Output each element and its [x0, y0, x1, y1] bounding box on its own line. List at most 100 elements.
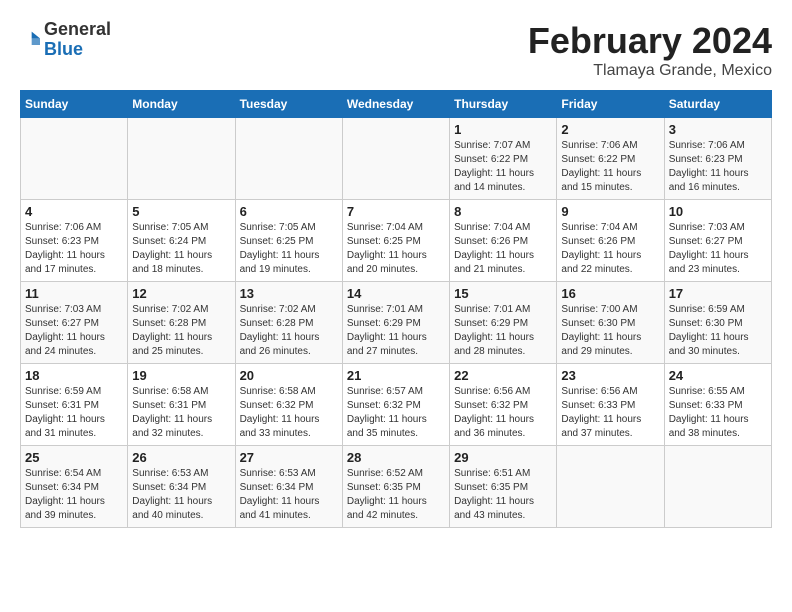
table-row: 4 Sunrise: 7:06 AMSunset: 6:23 PMDayligh… — [21, 200, 128, 282]
day-info: Sunrise: 7:05 AMSunset: 6:25 PMDaylight:… — [240, 221, 338, 277]
calendar-week-row: 11 Sunrise: 7:03 AMSunset: 6:27 PMDaylig… — [21, 282, 772, 364]
table-row — [557, 446, 664, 528]
day-info: Sunrise: 6:59 AMSunset: 6:30 PMDaylight:… — [669, 303, 767, 359]
table-row: 2 Sunrise: 7:06 AMSunset: 6:22 PMDayligh… — [557, 118, 664, 200]
day-number: 11 — [25, 286, 123, 301]
table-row: 17 Sunrise: 6:59 AMSunset: 6:30 PMDaylig… — [664, 282, 771, 364]
col-friday: Friday — [557, 91, 664, 118]
table-row: 16 Sunrise: 7:00 AMSunset: 6:30 PMDaylig… — [557, 282, 664, 364]
table-row: 11 Sunrise: 7:03 AMSunset: 6:27 PMDaylig… — [21, 282, 128, 364]
col-saturday: Saturday — [664, 91, 771, 118]
table-row: 23 Sunrise: 6:56 AMSunset: 6:33 PMDaylig… — [557, 364, 664, 446]
col-monday: Monday — [128, 91, 235, 118]
page-header: General Blue February 2024 Tlamaya Grand… — [20, 20, 772, 80]
table-row: 20 Sunrise: 6:58 AMSunset: 6:32 PMDaylig… — [235, 364, 342, 446]
table-row: 18 Sunrise: 6:59 AMSunset: 6:31 PMDaylig… — [21, 364, 128, 446]
day-info: Sunrise: 7:01 AMSunset: 6:29 PMDaylight:… — [454, 303, 552, 359]
day-info: Sunrise: 7:06 AMSunset: 6:23 PMDaylight:… — [669, 139, 767, 195]
table-row: 21 Sunrise: 6:57 AMSunset: 6:32 PMDaylig… — [342, 364, 449, 446]
logo-icon — [20, 30, 40, 50]
day-info: Sunrise: 6:55 AMSunset: 6:33 PMDaylight:… — [669, 385, 767, 441]
table-row: 7 Sunrise: 7:04 AMSunset: 6:25 PMDayligh… — [342, 200, 449, 282]
day-info: Sunrise: 7:04 AMSunset: 6:26 PMDaylight:… — [561, 221, 659, 277]
day-info: Sunrise: 7:02 AMSunset: 6:28 PMDaylight:… — [240, 303, 338, 359]
day-number: 3 — [669, 122, 767, 137]
day-info: Sunrise: 6:57 AMSunset: 6:32 PMDaylight:… — [347, 385, 445, 441]
table-row: 28 Sunrise: 6:52 AMSunset: 6:35 PMDaylig… — [342, 446, 449, 528]
col-thursday: Thursday — [450, 91, 557, 118]
table-row — [21, 118, 128, 200]
day-number: 10 — [669, 204, 767, 219]
day-number: 8 — [454, 204, 552, 219]
day-number: 2 — [561, 122, 659, 137]
table-row — [664, 446, 771, 528]
page-title: February 2024 — [528, 20, 772, 62]
calendar-week-row: 1 Sunrise: 7:07 AMSunset: 6:22 PMDayligh… — [21, 118, 772, 200]
day-info: Sunrise: 7:00 AMSunset: 6:30 PMDaylight:… — [561, 303, 659, 359]
day-info: Sunrise: 6:53 AMSunset: 6:34 PMDaylight:… — [132, 467, 230, 523]
day-number: 13 — [240, 286, 338, 301]
col-wednesday: Wednesday — [342, 91, 449, 118]
day-number: 17 — [669, 286, 767, 301]
day-info: Sunrise: 7:04 AMSunset: 6:25 PMDaylight:… — [347, 221, 445, 277]
logo-line1: General — [44, 20, 111, 40]
day-number: 27 — [240, 450, 338, 465]
table-row: 3 Sunrise: 7:06 AMSunset: 6:23 PMDayligh… — [664, 118, 771, 200]
day-number: 14 — [347, 286, 445, 301]
day-info: Sunrise: 6:54 AMSunset: 6:34 PMDaylight:… — [25, 467, 123, 523]
day-number: 29 — [454, 450, 552, 465]
calendar-header-row: Sunday Monday Tuesday Wednesday Thursday… — [21, 91, 772, 118]
table-row: 27 Sunrise: 6:53 AMSunset: 6:34 PMDaylig… — [235, 446, 342, 528]
day-info: Sunrise: 6:56 AMSunset: 6:33 PMDaylight:… — [561, 385, 659, 441]
table-row: 12 Sunrise: 7:02 AMSunset: 6:28 PMDaylig… — [128, 282, 235, 364]
day-info: Sunrise: 6:51 AMSunset: 6:35 PMDaylight:… — [454, 467, 552, 523]
day-info: Sunrise: 7:06 AMSunset: 6:23 PMDaylight:… — [25, 221, 123, 277]
day-info: Sunrise: 7:03 AMSunset: 6:27 PMDaylight:… — [669, 221, 767, 277]
day-info: Sunrise: 7:04 AMSunset: 6:26 PMDaylight:… — [454, 221, 552, 277]
table-row: 6 Sunrise: 7:05 AMSunset: 6:25 PMDayligh… — [235, 200, 342, 282]
table-row: 1 Sunrise: 7:07 AMSunset: 6:22 PMDayligh… — [450, 118, 557, 200]
day-number: 6 — [240, 204, 338, 219]
day-info: Sunrise: 7:03 AMSunset: 6:27 PMDaylight:… — [25, 303, 123, 359]
day-number: 15 — [454, 286, 552, 301]
table-row: 13 Sunrise: 7:02 AMSunset: 6:28 PMDaylig… — [235, 282, 342, 364]
day-number: 28 — [347, 450, 445, 465]
day-number: 12 — [132, 286, 230, 301]
day-info: Sunrise: 6:58 AMSunset: 6:31 PMDaylight:… — [132, 385, 230, 441]
day-number: 24 — [669, 368, 767, 383]
table-row — [235, 118, 342, 200]
day-number: 19 — [132, 368, 230, 383]
table-row: 26 Sunrise: 6:53 AMSunset: 6:34 PMDaylig… — [128, 446, 235, 528]
table-row: 10 Sunrise: 7:03 AMSunset: 6:27 PMDaylig… — [664, 200, 771, 282]
table-row: 29 Sunrise: 6:51 AMSunset: 6:35 PMDaylig… — [450, 446, 557, 528]
day-info: Sunrise: 7:06 AMSunset: 6:22 PMDaylight:… — [561, 139, 659, 195]
title-block: February 2024 Tlamaya Grande, Mexico — [528, 20, 772, 80]
table-row — [128, 118, 235, 200]
table-row: 19 Sunrise: 6:58 AMSunset: 6:31 PMDaylig… — [128, 364, 235, 446]
table-row: 5 Sunrise: 7:05 AMSunset: 6:24 PMDayligh… — [128, 200, 235, 282]
day-number: 7 — [347, 204, 445, 219]
logo-text: General Blue — [44, 20, 111, 60]
table-row: 24 Sunrise: 6:55 AMSunset: 6:33 PMDaylig… — [664, 364, 771, 446]
day-number: 23 — [561, 368, 659, 383]
table-row: 14 Sunrise: 7:01 AMSunset: 6:29 PMDaylig… — [342, 282, 449, 364]
table-row — [342, 118, 449, 200]
table-row: 25 Sunrise: 6:54 AMSunset: 6:34 PMDaylig… — [21, 446, 128, 528]
day-info: Sunrise: 7:02 AMSunset: 6:28 PMDaylight:… — [132, 303, 230, 359]
day-number: 22 — [454, 368, 552, 383]
day-info: Sunrise: 6:56 AMSunset: 6:32 PMDaylight:… — [454, 385, 552, 441]
day-number: 1 — [454, 122, 552, 137]
day-info: Sunrise: 6:52 AMSunset: 6:35 PMDaylight:… — [347, 467, 445, 523]
table-row: 15 Sunrise: 7:01 AMSunset: 6:29 PMDaylig… — [450, 282, 557, 364]
calendar-week-row: 4 Sunrise: 7:06 AMSunset: 6:23 PMDayligh… — [21, 200, 772, 282]
calendar-week-row: 18 Sunrise: 6:59 AMSunset: 6:31 PMDaylig… — [21, 364, 772, 446]
day-number: 16 — [561, 286, 659, 301]
table-row: 9 Sunrise: 7:04 AMSunset: 6:26 PMDayligh… — [557, 200, 664, 282]
day-number: 4 — [25, 204, 123, 219]
day-number: 18 — [25, 368, 123, 383]
day-number: 20 — [240, 368, 338, 383]
day-number: 5 — [132, 204, 230, 219]
day-info: Sunrise: 7:07 AMSunset: 6:22 PMDaylight:… — [454, 139, 552, 195]
table-row: 8 Sunrise: 7:04 AMSunset: 6:26 PMDayligh… — [450, 200, 557, 282]
col-sunday: Sunday — [21, 91, 128, 118]
